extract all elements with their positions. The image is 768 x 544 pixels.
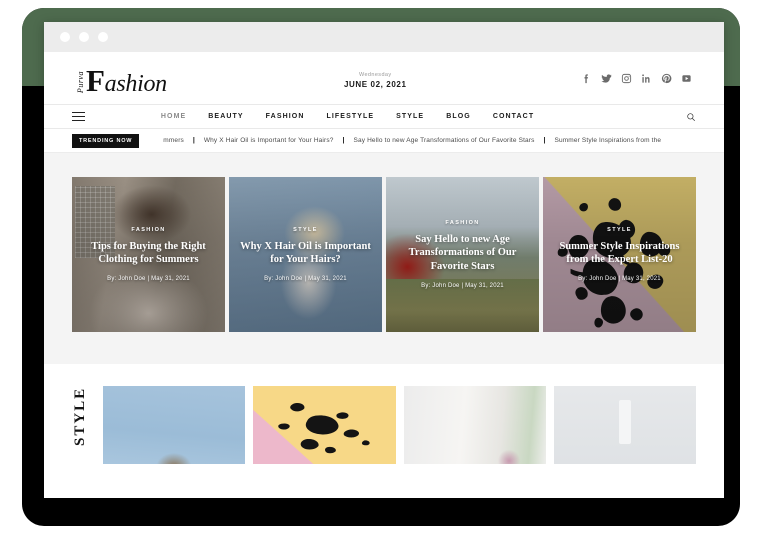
hero-category[interactable]: FASHION — [80, 227, 217, 233]
trending-bar: TRENDING NOW mmers | Why X Hair Oil is I… — [44, 129, 724, 153]
youtube-icon[interactable] — [681, 71, 692, 89]
browser-window: Purva Fashion Wednesday JUNE 02, 2021 HO… — [44, 22, 724, 498]
style-thumb-grid — [103, 386, 696, 464]
window-maximize-button[interactable] — [98, 32, 108, 42]
nav-item-home[interactable]: HOME — [161, 113, 186, 120]
hamburger-line — [72, 111, 85, 114]
style-section: STYLE — [44, 364, 724, 464]
hero-meta: By: John Doe | May 31, 2021 — [578, 276, 661, 283]
style-thumb[interactable] — [403, 386, 546, 464]
hero-text-block: FASHION Tips for Buying the Right Clothi… — [72, 227, 225, 283]
nav-item-blog[interactable]: BLOG — [446, 113, 471, 120]
window-close-button[interactable] — [60, 32, 70, 42]
trending-separator: | — [342, 137, 345, 144]
hero-card[interactable]: STYLE Why X Hair Oil is Important for Yo… — [229, 177, 382, 332]
nav-item-fashion[interactable]: FASHION — [266, 113, 305, 120]
trending-separator: | — [192, 137, 195, 144]
logo-purva-text: Purva — [76, 71, 85, 94]
hero-title[interactable]: Say Hello to new Age Transformations of … — [394, 233, 531, 275]
nav-link-list: HOME BEAUTY FASHION LIFESTYLE STYLE BLOG… — [161, 113, 534, 120]
hamburger-line — [72, 115, 85, 118]
trending-ticker[interactable]: mmers | Why X Hair Oil is Important for … — [163, 137, 661, 144]
hero-text-block: STYLE Summer Style Inspirations from the… — [543, 227, 696, 283]
linkedin-icon[interactable] — [641, 71, 652, 89]
style-thumb[interactable] — [103, 386, 246, 464]
hero-card[interactable]: STYLE Summer Style Inspirations from the… — [543, 177, 696, 332]
site-header: Purva Fashion Wednesday JUNE 02, 2021 — [44, 52, 724, 104]
date-full: JUNE 02, 2021 — [344, 79, 407, 89]
hero-text-block: STYLE Why X Hair Oil is Important for Yo… — [229, 227, 382, 283]
section-title-vertical: STYLE — [72, 386, 88, 446]
hero-card-grid: FASHION Tips for Buying the Right Clothi… — [72, 177, 696, 332]
main-navigation: HOME BEAUTY FASHION LIFESTYLE STYLE BLOG… — [44, 104, 724, 129]
social-links — [581, 71, 692, 89]
header-date-block: Wednesday JUNE 02, 2021 — [344, 72, 407, 89]
browser-titlebar — [44, 22, 724, 52]
date-weekday: Wednesday — [358, 71, 392, 78]
trending-item[interactable]: Why X Hair Oil is Important for Your Hai… — [204, 137, 334, 144]
trending-separator: | — [543, 137, 546, 144]
nav-item-beauty[interactable]: BEAUTY — [208, 113, 243, 120]
trending-item[interactable]: Summer Style Inspirations from the — [554, 137, 661, 144]
site-logo[interactable]: Purva Fashion — [76, 65, 167, 96]
hero-card[interactable]: FASHION Tips for Buying the Right Clothi… — [72, 177, 225, 332]
search-icon[interactable] — [686, 112, 696, 122]
hamburger-menu-icon[interactable] — [72, 111, 85, 122]
window-minimize-button[interactable] — [79, 32, 89, 42]
trending-item[interactable]: Say Hello to new Age Transformations of … — [353, 137, 534, 144]
nav-item-style[interactable]: STYLE — [396, 113, 424, 120]
twitter-icon[interactable] — [601, 71, 612, 89]
hero-title[interactable]: Tips for Buying the Right Clothing for S… — [80, 240, 217, 268]
hero-category[interactable]: STYLE — [237, 227, 374, 233]
facebook-icon[interactable] — [581, 71, 592, 89]
pinterest-icon[interactable] — [661, 71, 672, 89]
logo-cap-letter: F — [86, 62, 105, 98]
ink-splash-graphic — [278, 403, 370, 454]
hero-meta: By: John Doe | May 31, 2021 — [264, 276, 347, 283]
hero-category[interactable]: STYLE — [551, 227, 688, 233]
logo-rest-letters: ashion — [104, 70, 168, 97]
trending-now-badge: TRENDING NOW — [72, 133, 140, 148]
hero-meta: By: John Doe | May 31, 2021 — [421, 283, 504, 290]
hero-section: FASHION Tips for Buying the Right Clothi… — [44, 153, 724, 364]
style-thumb[interactable] — [253, 386, 396, 464]
trending-item[interactable]: mmers — [163, 137, 184, 144]
hero-title[interactable]: Why X Hair Oil is Important for Your Hai… — [237, 240, 374, 268]
logo-fashion-text: Fashion — [86, 65, 167, 96]
hero-meta: By: John Doe | May 31, 2021 — [107, 276, 190, 283]
hero-card[interactable]: FASHION Say Hello to new Age Transformat… — [386, 177, 539, 332]
page-viewport[interactable]: Purva Fashion Wednesday JUNE 02, 2021 HO… — [44, 52, 724, 498]
nav-item-lifestyle[interactable]: LIFESTYLE — [327, 113, 375, 120]
hero-category[interactable]: FASHION — [394, 220, 531, 226]
hamburger-line — [72, 119, 85, 122]
nav-item-contact[interactable]: CONTACT — [493, 113, 534, 120]
style-thumb[interactable] — [553, 386, 696, 464]
hero-title[interactable]: Summer Style Inspirations from the Exper… — [551, 240, 688, 268]
instagram-icon[interactable] — [621, 71, 632, 89]
hero-text-block: FASHION Say Hello to new Age Transformat… — [386, 220, 539, 290]
